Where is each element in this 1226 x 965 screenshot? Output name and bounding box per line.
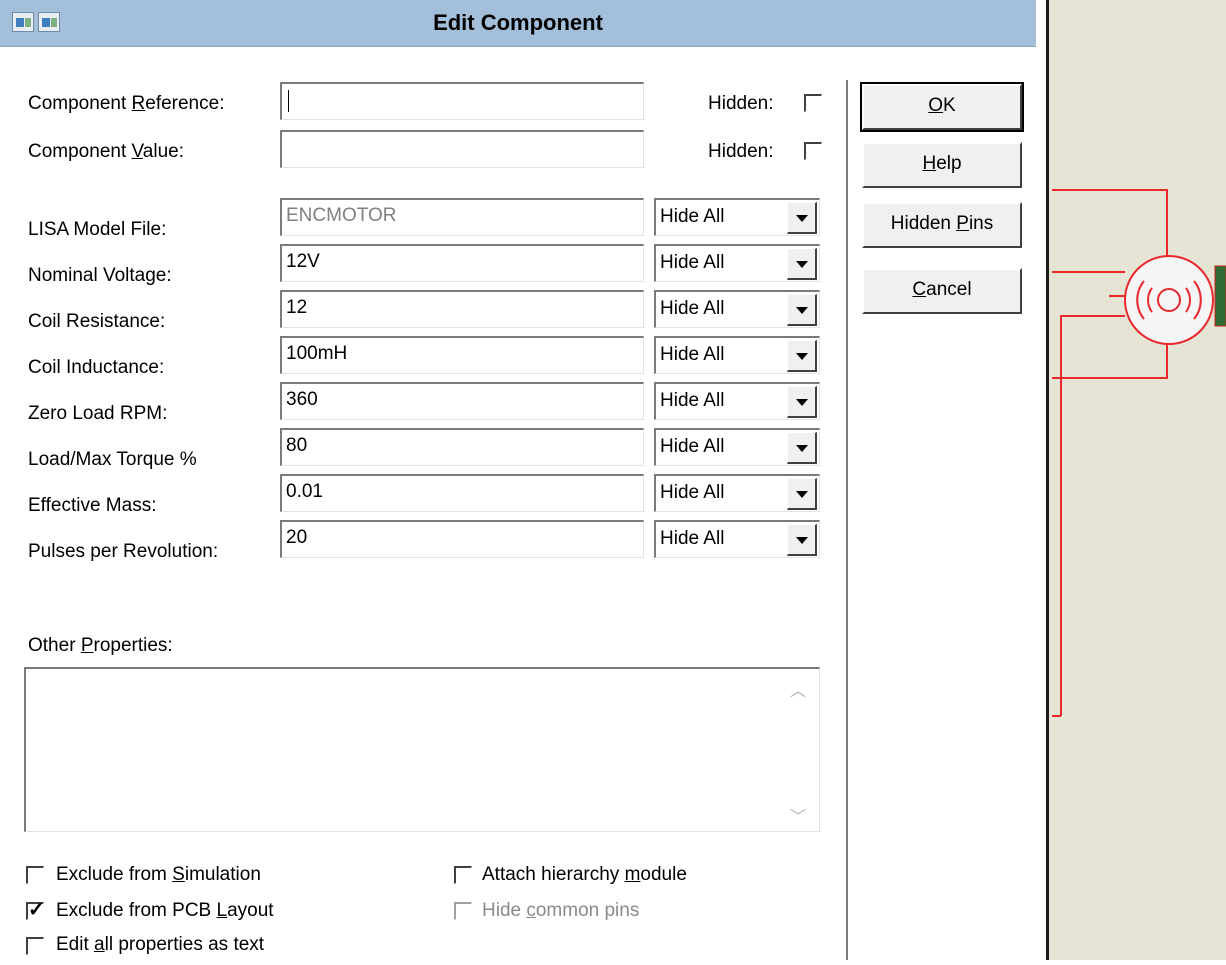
- visibility-value: Hide All: [660, 528, 725, 549]
- motor-schematic: [1052, 189, 1226, 717]
- visibility-value: Hide All: [660, 252, 725, 273]
- component-reference-label: Component Reference:: [28, 93, 225, 114]
- component-value-label: Component Value:: [28, 141, 184, 162]
- property-label: Effective Mass:: [28, 495, 157, 516]
- visibility-value: Hide All: [660, 344, 725, 365]
- component-label-tag: [1214, 265, 1226, 327]
- other-properties-textarea[interactable]: ︿ ﹀: [24, 667, 820, 832]
- property-value-input[interactable]: 100mH: [280, 336, 644, 374]
- visibility-value: Hide All: [660, 298, 725, 319]
- exclude-pcb-checkbox[interactable]: ✓: [26, 899, 45, 921]
- cancel-button[interactable]: Cancel: [862, 268, 1022, 314]
- exclude-simulation-label: Exclude from Simulation: [56, 864, 261, 885]
- property-value-input[interactable]: 12: [280, 290, 644, 328]
- visibility-dropdown[interactable]: Hide All: [654, 244, 820, 282]
- component-value-input[interactable]: [280, 130, 644, 168]
- dropdown-arrow-icon[interactable]: [787, 202, 817, 234]
- property-value-input[interactable]: 360: [280, 382, 644, 420]
- dropdown-arrow-icon[interactable]: [787, 432, 817, 464]
- component-reference-input[interactable]: [280, 82, 644, 120]
- property-value-input[interactable]: 80: [280, 428, 644, 466]
- property-value-input[interactable]: 0.01: [280, 474, 644, 512]
- schematic-canvas[interactable]: [1046, 0, 1226, 960]
- reference-hidden-checkbox[interactable]: [804, 94, 822, 112]
- property-label: Coil Resistance:: [28, 311, 166, 332]
- hidden-pins-button[interactable]: Hidden Pins: [862, 202, 1022, 248]
- property-value-input[interactable]: ENCMOTOR: [280, 198, 644, 236]
- visibility-dropdown[interactable]: Hide All: [654, 336, 820, 374]
- scroll-down-icon[interactable]: ﹀: [790, 803, 806, 827]
- checkmark-icon: ✓: [28, 899, 45, 921]
- dropdown-arrow-icon[interactable]: [787, 478, 817, 510]
- dialog-title: Edit Component: [433, 10, 603, 35]
- ok-button[interactable]: OK: [860, 82, 1024, 132]
- property-value-input[interactable]: 12V: [280, 244, 644, 282]
- property-label: Load/Max Torque %: [28, 449, 197, 470]
- visibility-dropdown[interactable]: Hide All: [654, 520, 820, 558]
- edit-as-text-checkbox[interactable]: [26, 937, 44, 955]
- visibility-value: Hide All: [660, 390, 725, 411]
- visibility-dropdown[interactable]: Hide All: [654, 474, 820, 512]
- vertical-divider: [846, 80, 849, 960]
- dropdown-arrow-icon[interactable]: [787, 294, 817, 326]
- property-label: Pulses per Revolution:: [28, 541, 219, 562]
- property-label: LISA Model File:: [28, 219, 167, 240]
- property-label: Nominal Voltage:: [28, 265, 172, 286]
- exclude-simulation-checkbox[interactable]: [26, 866, 44, 884]
- edit-as-text-label: Edit all properties as text: [56, 934, 265, 955]
- scroll-up-icon[interactable]: ︿: [790, 677, 806, 701]
- value-hidden-label: Hidden:: [708, 141, 774, 162]
- attach-module-label: Attach hierarchy module: [482, 864, 687, 885]
- property-label: Zero Load RPM:: [28, 403, 168, 424]
- text-caret: [288, 90, 289, 112]
- attach-module-checkbox[interactable]: [454, 866, 472, 884]
- property-value-input[interactable]: 20: [280, 520, 644, 558]
- dropdown-arrow-icon[interactable]: [787, 340, 817, 372]
- visibility-dropdown[interactable]: Hide All: [654, 290, 820, 328]
- property-label: Coil Inductance:: [28, 357, 165, 378]
- reference-hidden-label: Hidden:: [708, 93, 774, 114]
- hide-common-pins-checkbox[interactable]: [454, 902, 472, 920]
- value-hidden-checkbox[interactable]: [804, 142, 822, 160]
- other-properties-label: Other Properties:: [28, 635, 173, 656]
- dropdown-arrow-icon[interactable]: [787, 524, 817, 556]
- help-button[interactable]: Help: [862, 142, 1022, 188]
- visibility-value: Hide All: [660, 482, 725, 503]
- visibility-dropdown[interactable]: Hide All: [654, 382, 820, 420]
- visibility-dropdown[interactable]: Hide All: [654, 198, 820, 236]
- dropdown-arrow-icon[interactable]: [787, 386, 817, 418]
- visibility-dropdown[interactable]: Hide All: [654, 428, 820, 466]
- visibility-value: Hide All: [660, 206, 725, 227]
- hide-common-pins-label: Hide common pins: [482, 900, 640, 921]
- exclude-pcb-label: Exclude from PCB Layout: [56, 900, 274, 921]
- dropdown-arrow-icon[interactable]: [787, 248, 817, 280]
- visibility-value: Hide All: [660, 436, 725, 457]
